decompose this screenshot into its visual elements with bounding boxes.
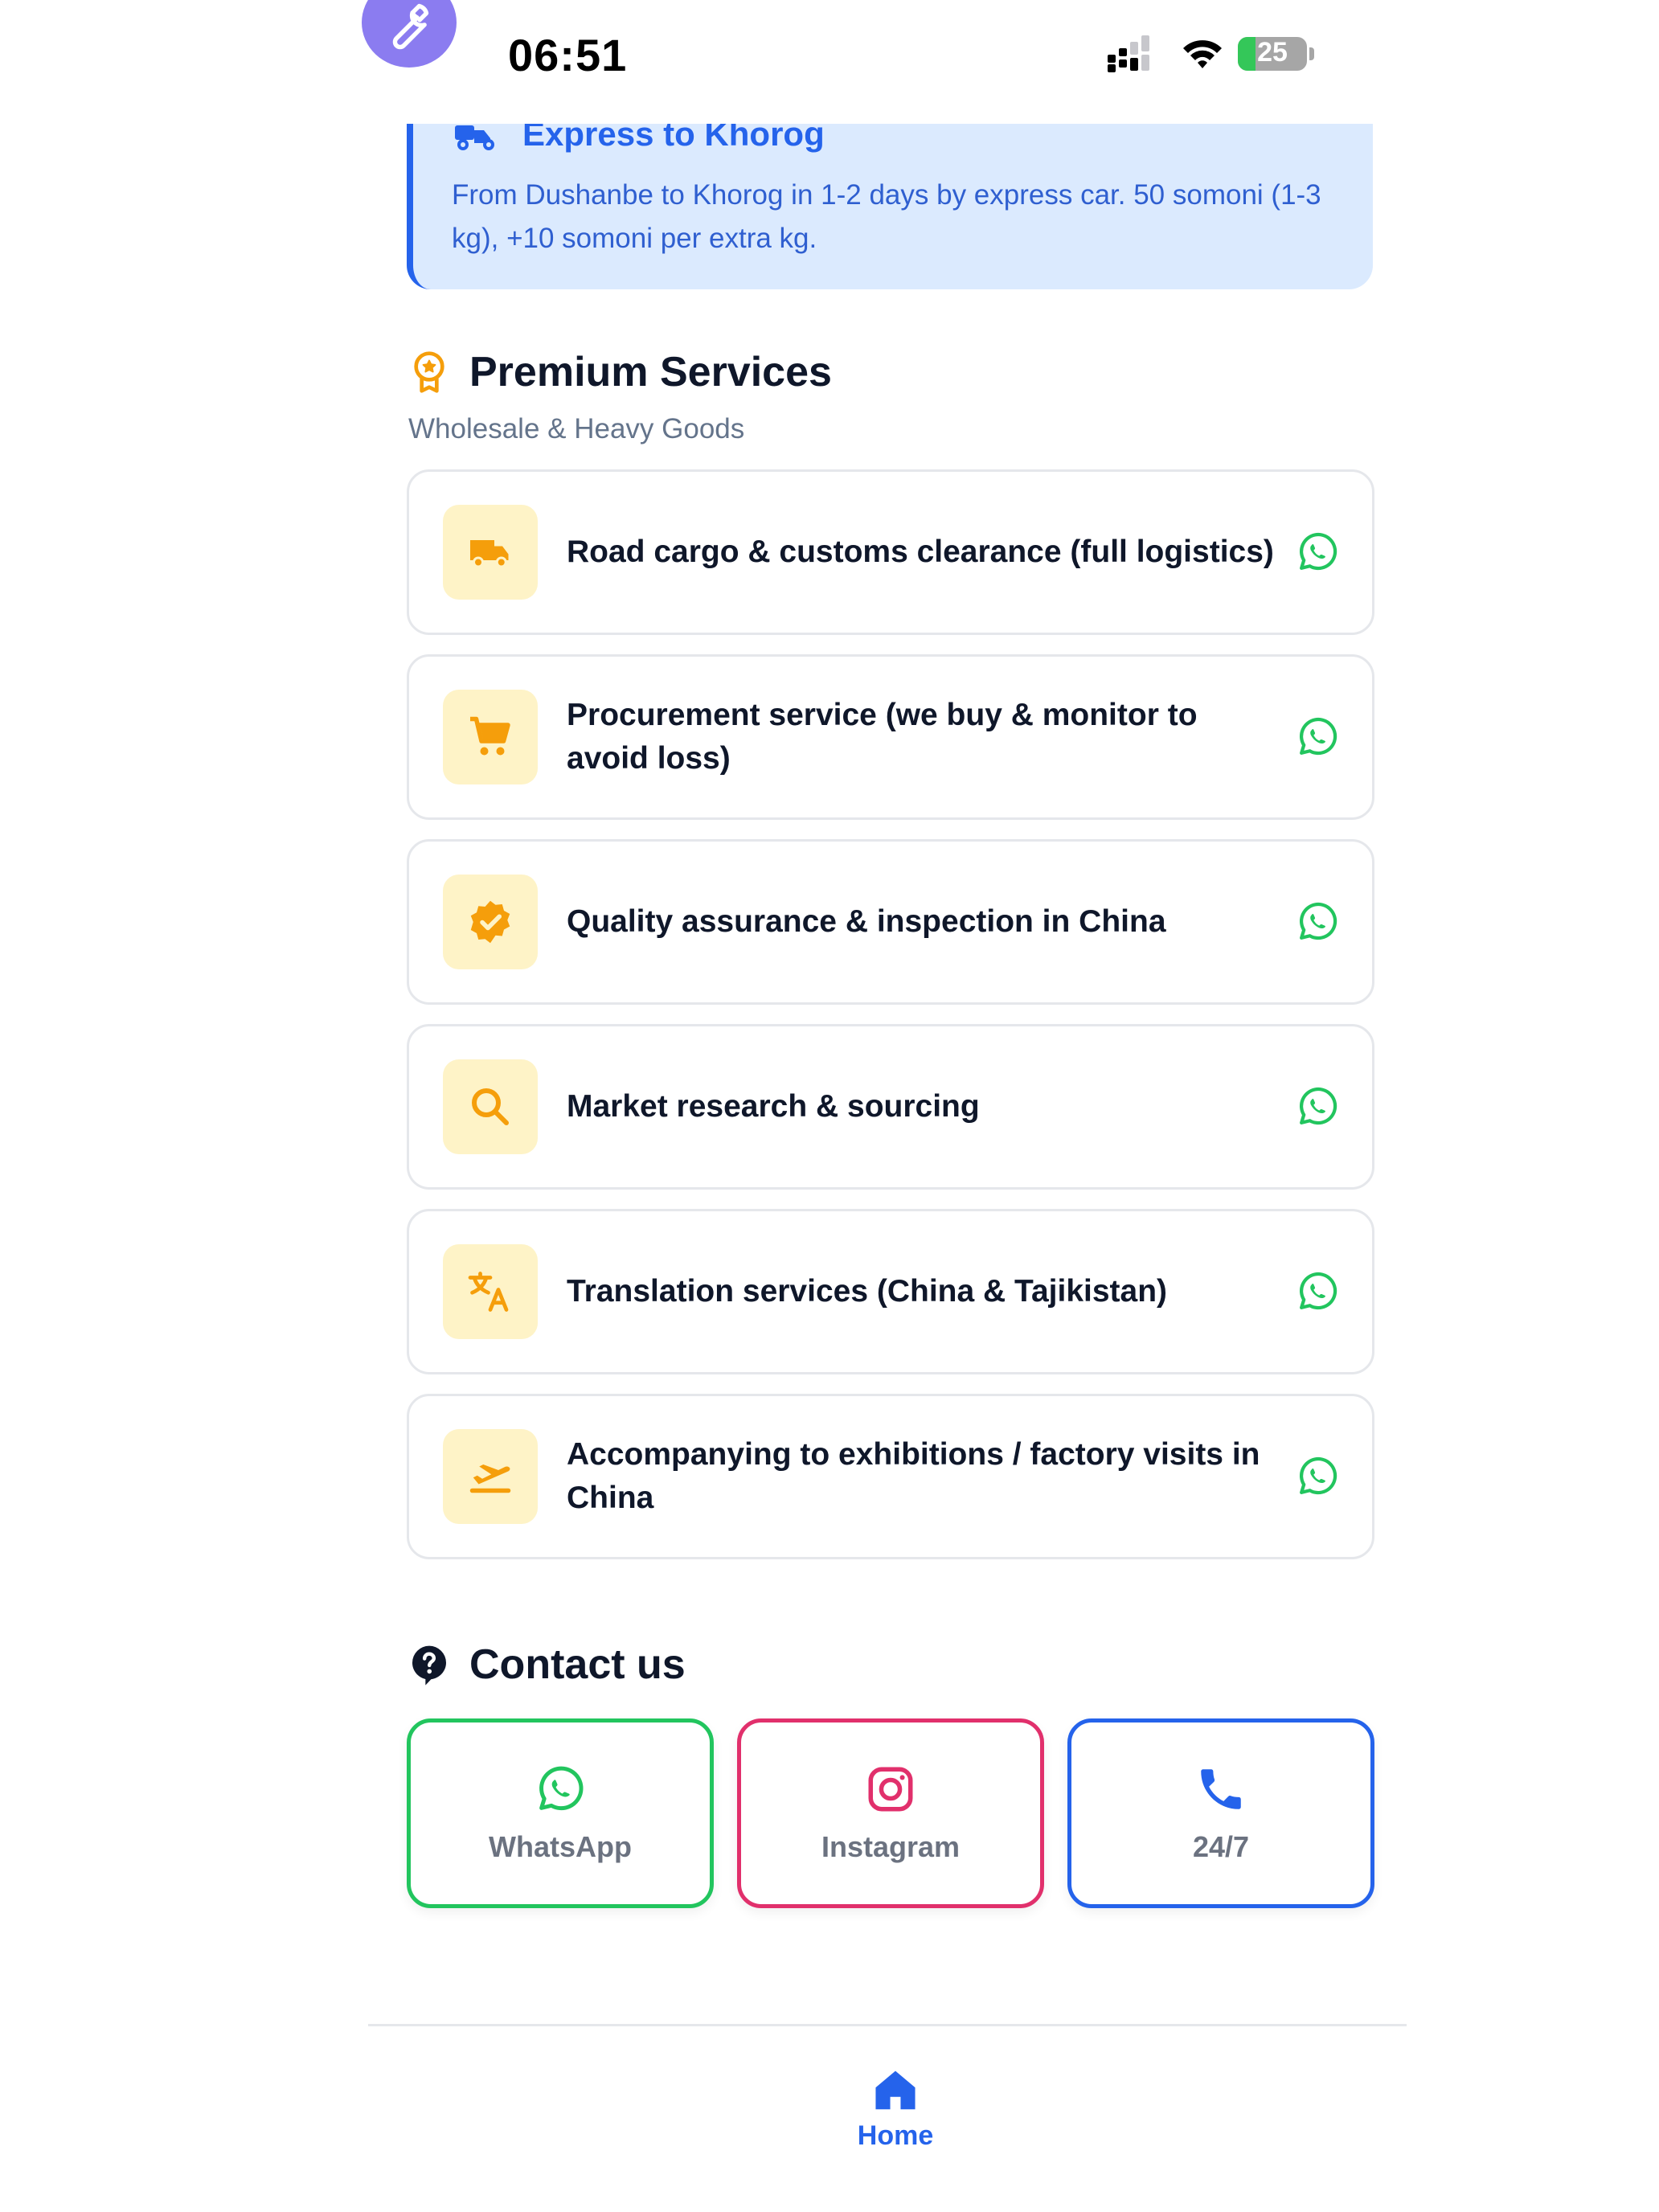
service-label: Translation services (China & Tajikistan… [567, 1274, 1168, 1309]
whatsapp-icon[interactable] [1295, 1269, 1340, 1314]
contact-whatsapp-button[interactable]: WhatsApp [407, 1718, 714, 1908]
service-label: Road cargo & customs clearance (full log… [567, 535, 1274, 569]
whatsapp-icon[interactable] [1295, 530, 1340, 575]
contact-buttons: WhatsApp Instagram 24/7 [407, 1718, 1374, 1908]
contact-instagram-label: Instagram [821, 1830, 961, 1863]
whatsapp-icon[interactable] [1295, 715, 1340, 760]
premium-services-list: Road cargo & customs clearance (full log… [407, 469, 1374, 1579]
battery-indicator: 25 [1238, 35, 1315, 72]
whatsapp-icon[interactable] [1295, 1454, 1340, 1499]
status-time: 06:51 [508, 30, 628, 80]
premium-services-header: Premium Services [407, 344, 832, 400]
cart-icon [470, 716, 510, 756]
wifi-icon [1183, 40, 1222, 68]
status-bar: 06:51 25 [0, 0, 1659, 124]
service-label: Procurement service (we buy & monitor to… [567, 698, 1198, 776]
award-ribbon-icon [414, 351, 444, 393]
service-card-procurement[interactable]: Procurement service (we buy & monitor to… [407, 654, 1374, 820]
contact-us-title: Contact us [469, 1641, 686, 1688]
service-label: Accompanying to exhibitions / factory vi… [567, 1437, 1260, 1515]
nav-home-label: Home [857, 2120, 934, 2151]
whatsapp-icon[interactable] [1295, 899, 1340, 944]
battery-percent: 25 [1257, 37, 1288, 68]
truck-icon [470, 540, 509, 568]
contact-phone-button[interactable]: 24/7 [1067, 1718, 1374, 1908]
nav-tab-home[interactable]: Home [847, 2066, 944, 2152]
contact-whatsapp-label: WhatsApp [489, 1830, 632, 1863]
service-card-exhibitions[interactable]: Accompanying to exhibitions / factory vi… [407, 1394, 1374, 1559]
contact-us-header: Contact us [407, 1636, 686, 1693]
verified-badge-icon [470, 900, 510, 944]
service-card-translation[interactable]: Translation services (China & Tajikistan… [407, 1209, 1374, 1374]
premium-services-title: Premium Services [469, 349, 832, 395]
whatsapp-icon[interactable] [1295, 1084, 1340, 1129]
whatsapp-icon [539, 1766, 584, 1811]
cellular-signal-icon [1108, 35, 1149, 72]
service-label: Market research & sourcing [567, 1089, 980, 1124]
bottom-nav-divider [368, 2024, 1407, 2026]
translate-icon [468, 1272, 509, 1312]
express-description: From Dushanbe to Khorog in 1-2 days by e… [452, 179, 1321, 254]
home-icon [875, 2071, 916, 2110]
search-icon [472, 1088, 509, 1125]
contact-phone-label: 24/7 [1192, 1830, 1250, 1863]
contact-instagram-button[interactable]: Instagram [737, 1718, 1044, 1908]
service-card-market-research[interactable]: Market research & sourcing [407, 1024, 1374, 1190]
service-card-road-cargo[interactable]: Road cargo & customs clearance (full log… [407, 469, 1374, 635]
service-label: Quality assurance & inspection in China [567, 904, 1166, 939]
service-card-quality-assurance[interactable]: Quality assurance & inspection in China [407, 839, 1374, 1005]
developer-tool-button[interactable] [362, 0, 457, 68]
help-circle-icon [412, 1645, 446, 1686]
phone-icon [1201, 1769, 1241, 1809]
flight-takeoff-icon [469, 1464, 511, 1493]
premium-services-subtitle: Wholesale & Heavy Goods [408, 413, 745, 444]
wrench-icon [392, 3, 429, 50]
instagram-icon [868, 1767, 913, 1812]
